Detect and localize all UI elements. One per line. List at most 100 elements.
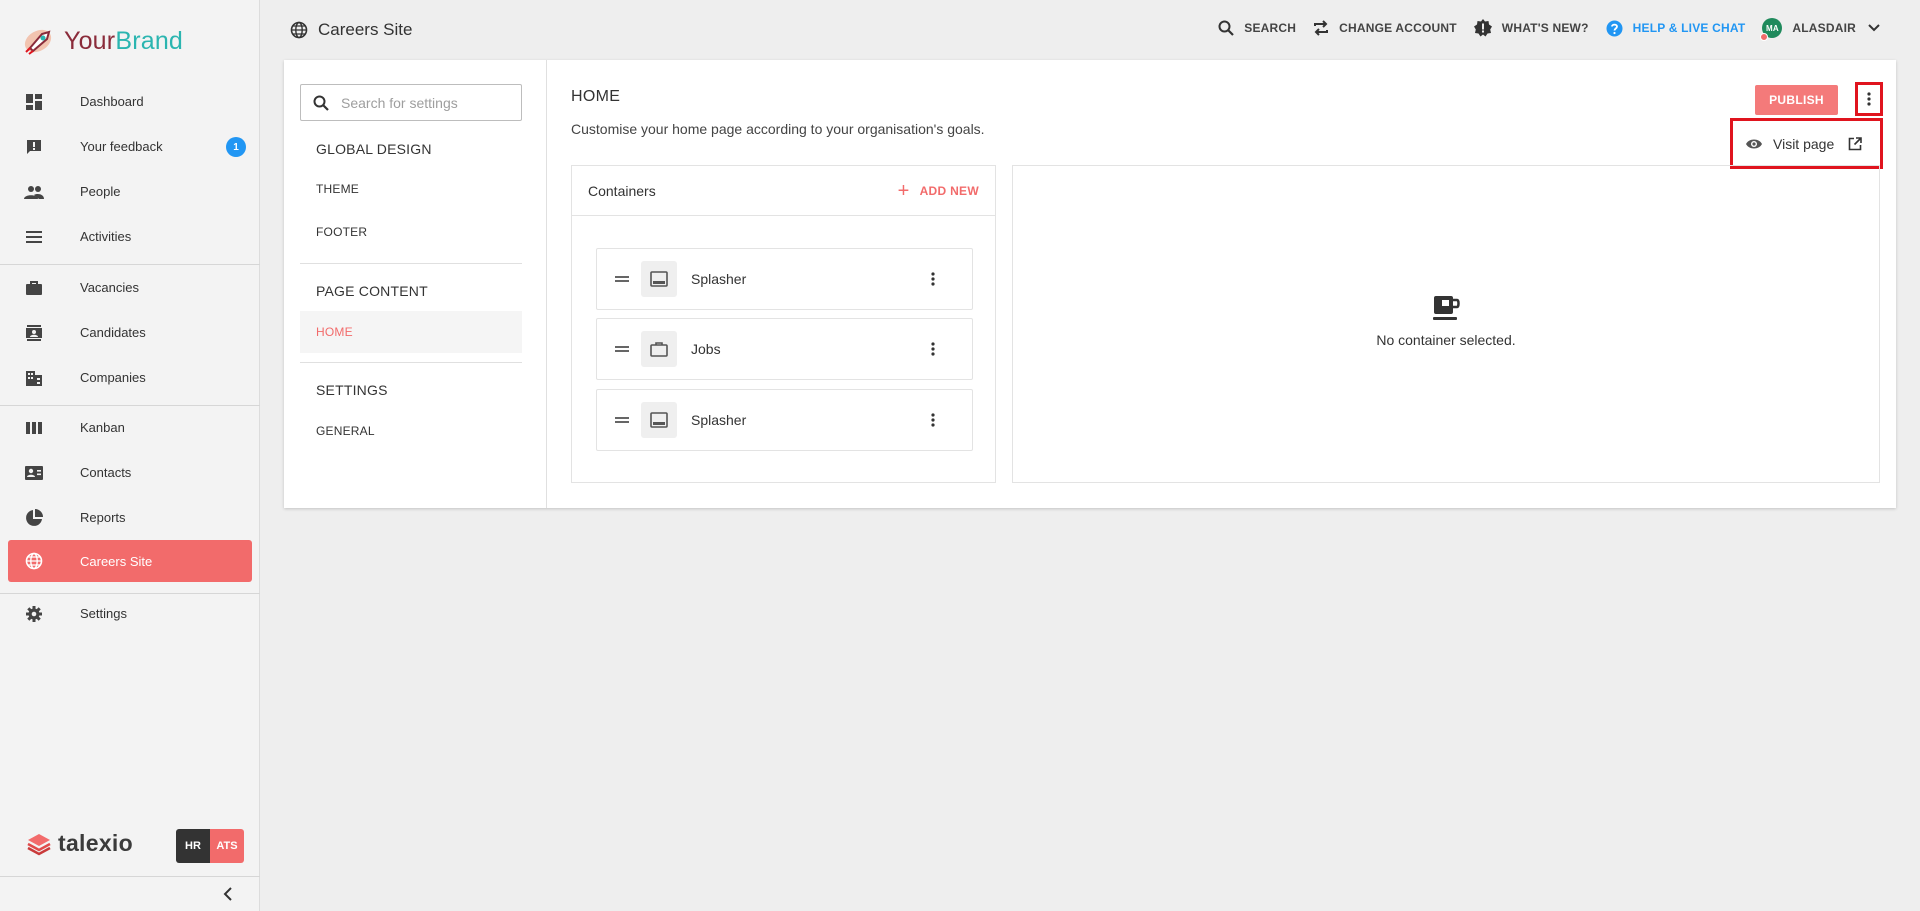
container-label: Jobs (691, 341, 721, 357)
container-label: Splasher (691, 412, 747, 428)
help-live-chat-button[interactable]: HELP & LIVE CHAT (1606, 20, 1746, 37)
sidebar-item-label: Activities (80, 229, 132, 244)
container-row[interactable]: Splasher (596, 248, 973, 310)
nav-group-settings: Settings (0, 591, 260, 636)
page-title: Careers Site (290, 20, 412, 40)
page-title-text: Careers Site (318, 20, 413, 39)
candidates-icon (24, 323, 44, 343)
visit-page-label: Visit page (1773, 135, 1835, 152)
eye-icon (1745, 138, 1763, 150)
ats-tag[interactable]: ATS (210, 829, 244, 863)
sidebar-item-reports[interactable]: Reports (0, 495, 260, 540)
talexio-logo: talexio (26, 830, 133, 857)
nav-group-main: Dashboard Your feedback 1 People Activit… (0, 79, 260, 259)
sidebar-collapse-bar (0, 876, 260, 911)
change-account-label: CHANGE ACCOUNT (1339, 21, 1457, 35)
more-vertical-icon[interactable] (918, 334, 948, 364)
more-options-button[interactable] (1855, 82, 1883, 116)
activities-icon (24, 227, 44, 247)
container-row[interactable]: Splasher (596, 389, 973, 451)
avatar-initials: MA (1765, 23, 1779, 33)
sidebar-item-label: People (80, 184, 121, 199)
kanban-icon (24, 418, 44, 438)
drag-handle-icon[interactable] (615, 345, 629, 353)
sidebar-item-label: Settings (80, 606, 127, 621)
add-new-button[interactable]: + ADD NEW (898, 181, 979, 201)
user-menu-button[interactable]: MA ALASDAIR (1760, 18, 1880, 41)
empty-state-text: No container selected. (1376, 332, 1516, 348)
pie-chart-icon (24, 508, 44, 528)
brand-name: YourBrand (64, 26, 184, 55)
user-name: ALASDAIR (1792, 21, 1856, 35)
sidebar-item-contacts[interactable]: Contacts (0, 450, 260, 495)
search-button[interactable]: SEARCH (1218, 20, 1296, 36)
settings-item-general[interactable]: GENERAL (300, 410, 522, 452)
monitor-icon (641, 402, 677, 438)
change-account-button[interactable]: CHANGE ACCOUNT (1313, 20, 1457, 36)
settings-divider (300, 362, 522, 363)
section-title: HOME (571, 88, 621, 105)
container-row[interactable]: Jobs (596, 318, 973, 380)
swap-icon (1313, 20, 1329, 36)
sidebar-item-label: Careers Site (80, 553, 153, 569)
more-vertical-icon[interactable] (918, 405, 948, 435)
visit-page-menu-item[interactable]: Visit page (1730, 118, 1883, 169)
building-icon (24, 368, 44, 388)
hr-tag[interactable]: HR (176, 829, 210, 863)
settings-search-box[interactable] (300, 84, 522, 121)
sidebar-item-activities[interactable]: Activities (0, 214, 260, 259)
sidebar: YourBrand Dashboard Your feedback 1 Peop… (0, 0, 260, 911)
feedback-icon (24, 137, 44, 157)
sidebar-item-your-feedback[interactable]: Your feedback 1 (0, 124, 260, 169)
settings-item-home[interactable]: HOME (300, 311, 522, 353)
dashboard-icon (24, 92, 44, 112)
settings-item-footer[interactable]: FOOTER (300, 211, 522, 253)
sidebar-item-dashboard[interactable]: Dashboard (0, 79, 260, 124)
product-switch[interactable]: HR ATS (176, 829, 244, 863)
sidebar-item-settings[interactable]: Settings (0, 591, 260, 636)
drag-handle-icon[interactable] (615, 416, 629, 424)
external-link-icon (1848, 136, 1863, 151)
page-content-heading: PAGE CONTENT (316, 283, 428, 299)
sidebar-item-candidates[interactable]: Candidates (0, 310, 260, 355)
help-label: HELP & LIVE CHAT (1632, 21, 1746, 35)
globe-icon (290, 21, 308, 39)
settings-search-input[interactable] (341, 94, 511, 111)
more-vertical-icon (1867, 92, 1871, 106)
top-actions: SEARCH CHANGE ACCOUNT WHAT'S NEW? HELP &… (1201, 18, 1880, 41)
people-icon (24, 182, 44, 202)
whats-new-button[interactable]: WHAT'S NEW? (1473, 19, 1589, 37)
sidebar-item-vacancies[interactable]: Vacancies (0, 265, 260, 310)
sidebar-item-careers-site[interactable]: Careers Site (8, 540, 252, 582)
sidebar-item-people[interactable]: People (0, 169, 260, 214)
brand-logo[interactable]: YourBrand (22, 24, 183, 58)
contacts-icon (24, 463, 44, 483)
nav-group-tools: Kanban Contacts Reports Careers Site (0, 405, 260, 582)
monitor-icon (641, 261, 677, 297)
publish-button[interactable]: PUBLISH (1755, 85, 1838, 115)
gear-icon (24, 604, 44, 624)
sidebar-item-label: Kanban (80, 420, 125, 435)
sidebar-item-companies[interactable]: Companies (0, 355, 260, 400)
sidebar-item-label: Candidates (80, 325, 146, 340)
settings-navigation: GLOBAL DESIGN THEME FOOTER PAGE CONTENT … (284, 60, 547, 508)
sidebar-item-kanban[interactable]: Kanban (0, 405, 260, 450)
more-vertical-icon[interactable] (918, 264, 948, 294)
chevron-left-icon[interactable] (220, 886, 236, 902)
briefcase-icon (641, 331, 677, 367)
sidebar-item-label: Your feedback (80, 139, 163, 154)
help-icon (1606, 20, 1623, 37)
drag-handle-icon[interactable] (615, 275, 629, 283)
containers-panel: Containers + ADD NEW Splasher Jobs Splas… (571, 165, 996, 483)
avatar-status-dot (1760, 33, 1769, 41)
talexio-logo-icon (27, 833, 51, 855)
plus-icon: + (897, 179, 910, 202)
search-icon (313, 95, 329, 111)
section-description: Customise your home page according to yo… (571, 121, 985, 137)
talexio-wordmark: talexio (58, 830, 133, 856)
sidebar-item-label: Reports (80, 510, 126, 525)
top-bar: Careers Site SEARCH CHANGE ACCOUNT WHAT'… (260, 0, 1920, 60)
settings-item-theme[interactable]: THEME (300, 168, 522, 210)
home-content: HOME Customise your home page according … (547, 60, 1896, 508)
chevron-down-icon (1868, 24, 1880, 32)
